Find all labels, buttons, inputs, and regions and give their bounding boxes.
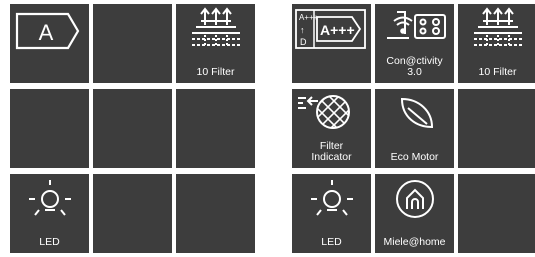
tile-empty [93, 89, 172, 168]
light-bulb-icon [311, 180, 353, 216]
tile-empty [93, 174, 172, 253]
tile-miele-home[interactable]: Miele@home [375, 174, 454, 253]
energy-scale-top: A+++ [299, 13, 319, 22]
filter-indicator-label: Filter Indicator [311, 140, 352, 163]
tile-empty [458, 89, 535, 168]
tile-energy-class[interactable]: A [10, 4, 89, 83]
connectivity-hob-icon [387, 11, 446, 39]
eco-leaf-icon [400, 97, 434, 129]
tile-led[interactable]: LED [292, 174, 371, 253]
tile-empty [176, 89, 255, 168]
filter-label: 10 Filter [478, 66, 517, 78]
tile-eco-motor[interactable]: Eco Motor [375, 89, 454, 168]
miele-home-label: Miele@home [383, 236, 446, 248]
energy-class-text: A+++ [320, 22, 355, 38]
led-label: LED [321, 236, 342, 248]
miele-home-icon [396, 180, 434, 218]
energy-scale-icon: A+++ ↑ D A+++ [295, 9, 366, 49]
energy-scale-bottom: D [300, 37, 307, 47]
tile-empty [458, 174, 535, 253]
tile-empty [93, 4, 172, 83]
filter-indicator-icon [298, 95, 350, 129]
filter-label: 10 Filter [196, 66, 235, 78]
tile-led[interactable]: LED [10, 174, 89, 253]
feature-grid-left: A 10 Filter LED [10, 4, 255, 253]
connectivity-label: Con@ctivity 3.0 [386, 55, 443, 78]
grease-filter-icon [474, 7, 522, 47]
led-label: LED [39, 236, 60, 248]
energy-label-icon: A [15, 12, 80, 50]
energy-scale-arrow: ↑ [300, 25, 305, 35]
tile-filter-indicator[interactable]: Filter Indicator [292, 89, 371, 168]
tile-connectivity[interactable]: Con@ctivity 3.0 [375, 4, 454, 83]
tile-empty [176, 174, 255, 253]
tile-filter[interactable]: 10 Filter [176, 4, 255, 83]
tile-empty [10, 89, 89, 168]
energy-class-text: A [39, 20, 54, 45]
feature-grid-right: A+++ ↑ D A+++ Con@ctivity 3.0 10 Filter … [292, 4, 535, 253]
grease-filter-icon [192, 7, 240, 47]
tile-filter[interactable]: 10 Filter [458, 4, 535, 83]
eco-motor-label: Eco Motor [390, 151, 439, 163]
tile-energy-scale[interactable]: A+++ ↑ D A+++ [292, 4, 371, 83]
light-bulb-icon [29, 180, 71, 216]
